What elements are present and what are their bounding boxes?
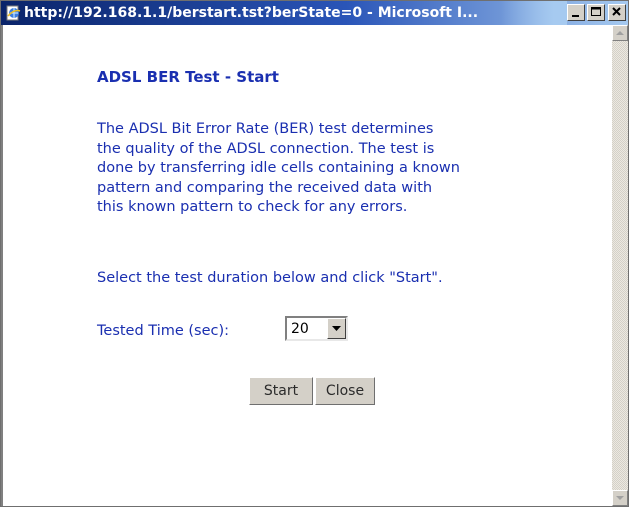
dropdown-button[interactable]	[327, 318, 346, 339]
instruction-text: Select the test duration below and click…	[97, 270, 443, 286]
start-button[interactable]: Start	[249, 377, 313, 405]
description-line: pattern and comparing the received data …	[97, 179, 433, 196]
arrow-up-icon	[616, 31, 624, 35]
title-fade	[501, 1, 567, 25]
description-line: done by transferring idle cells containi…	[97, 160, 460, 176]
browser-popup-window: http://192.168.1.1/berstart.tst?berState…	[0, 0, 629, 507]
chevron-down-icon	[332, 326, 341, 331]
description-line: the quality of the ADSL connection. The …	[97, 140, 435, 157]
close-window-button[interactable]	[608, 4, 626, 21]
maximize-button[interactable]	[587, 4, 605, 21]
arrow-down-icon	[616, 496, 624, 500]
maximize-icon	[591, 7, 601, 16]
tested-time-label: Tested Time (sec):	[97, 323, 230, 339]
title-bar[interactable]: http://192.168.1.1/berstart.tst?berState…	[1, 1, 628, 25]
vertical-scrollbar[interactable]	[612, 25, 628, 506]
description-line: The ADSL Bit Error Rate (BER) test deter…	[97, 121, 434, 137]
scroll-up-button[interactable]	[612, 25, 628, 41]
ie-page-icon	[5, 5, 21, 21]
close-button[interactable]: Close	[315, 377, 375, 405]
page-heading: ADSL BER Test - Start	[97, 68, 279, 86]
test-description: The ADSL Bit Error Rate (BER) test deter…	[97, 120, 557, 218]
tested-time-select[interactable]: 20	[285, 316, 348, 341]
minimize-icon	[572, 15, 579, 17]
close-icon	[612, 7, 621, 16]
scroll-down-button[interactable]	[612, 490, 628, 506]
page-content: ADSL BER Test - Start The ADSL Bit Error…	[1, 25, 612, 506]
window-title: http://192.168.1.1/berstart.tst?berState…	[24, 5, 479, 21]
description-line: this known pattern to check for any erro…	[97, 199, 408, 215]
minimize-button[interactable]	[567, 4, 585, 21]
tested-time-value: 20	[291, 321, 309, 337]
